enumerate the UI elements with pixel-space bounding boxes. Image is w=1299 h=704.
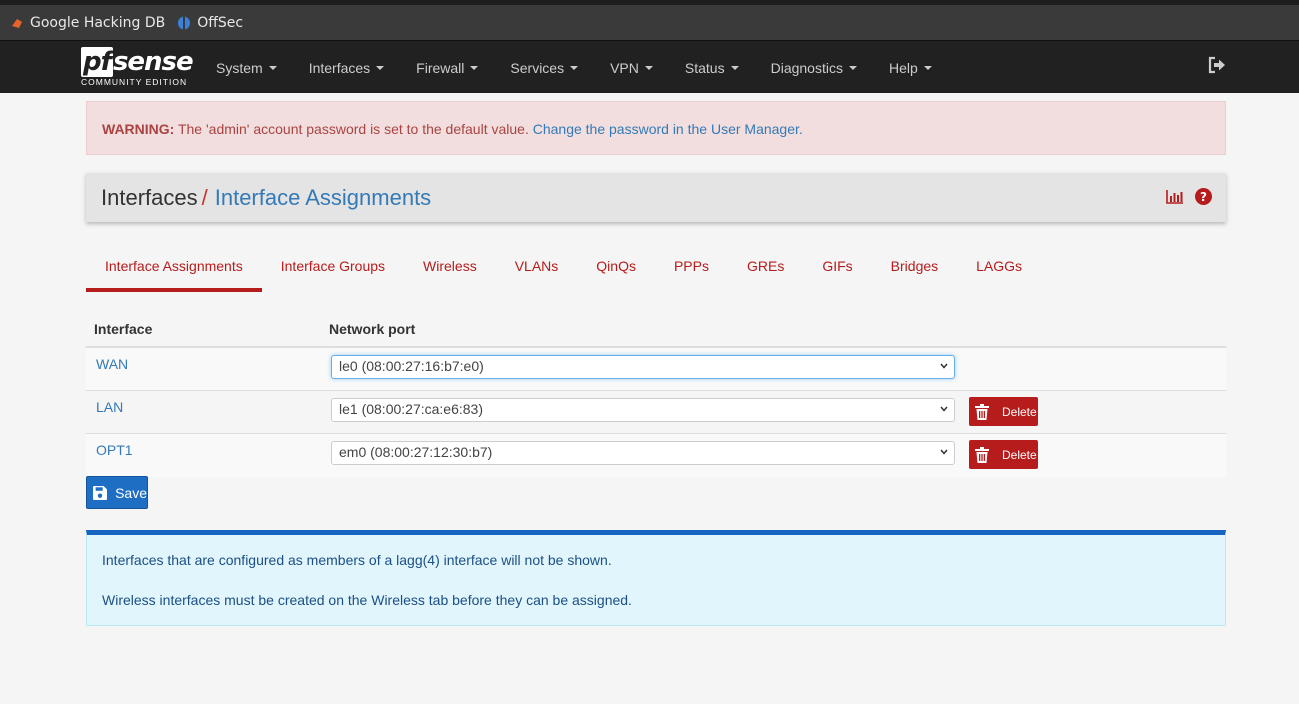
menu-status[interactable]: Status <box>669 41 755 94</box>
menu-services[interactable]: Services <box>494 41 594 94</box>
select-value: le1 (08:00:27:ca:e6:83) <box>339 401 483 417</box>
bookmark-offsec[interactable]: OffSec <box>177 15 243 31</box>
default-password-warning: WARNING: The 'admin' account password is… <box>86 101 1226 155</box>
caret-down-icon <box>268 65 277 70</box>
caret-down-icon <box>730 65 739 70</box>
trash-icon <box>975 446 989 463</box>
bookmark-label: OffSec <box>197 14 244 31</box>
interface-link-lan[interactable]: LAN <box>96 399 123 415</box>
header-interface: Interface <box>94 321 153 337</box>
caret-down-icon <box>848 65 857 70</box>
tab-interface-groups[interactable]: Interface Groups <box>262 246 404 292</box>
bookmark-google-hacking-db[interactable]: Google Hacking DB <box>10 15 165 31</box>
tab-vlans[interactable]: VLANs <box>496 246 578 292</box>
breadcrumb-separator: / <box>201 185 208 210</box>
breadcrumb-section: Interfaces <box>101 185 198 210</box>
select-value: le0 (08:00:27:16:b7:e0) <box>339 358 484 374</box>
floppy-disk-icon <box>93 485 108 500</box>
logo-edition: COMMUNITY EDITION <box>81 77 188 87</box>
tab-laggs[interactable]: LAGGs <box>957 246 1041 292</box>
interface-tabs: Interface Assignments Interface Groups W… <box>86 246 1226 292</box>
status-graph-icon[interactable] <box>1166 189 1184 204</box>
network-port-select-wan[interactable]: le0 (08:00:27:16:b7:e0) <box>331 355 955 379</box>
menu-help[interactable]: Help <box>873 41 948 94</box>
tab-gifs[interactable]: GIFs <box>803 246 871 292</box>
chevron-down-icon <box>940 363 948 369</box>
header-network-port: Network port <box>329 321 416 337</box>
network-port-select-opt1[interactable]: em0 (08:00:27:12:30:b7) <box>331 441 955 465</box>
caret-down-icon <box>570 65 579 70</box>
pfsense-logo[interactable]: pfsense COMMUNITY EDITION <box>81 47 194 89</box>
chevron-down-icon <box>940 406 948 412</box>
menu-interfaces[interactable]: Interfaces <box>293 41 400 94</box>
logo-wordmark: pfsense <box>81 47 194 77</box>
help-icon[interactable]: ? <box>1195 188 1212 205</box>
delete-button-opt1[interactable]: Delete <box>969 440 1038 469</box>
bookmark-label: Google Hacking DB <box>30 14 166 31</box>
breadcrumb-page[interactable]: Interface Assignments <box>215 185 431 210</box>
tab-bridges[interactable]: Bridges <box>872 246 957 292</box>
table-row: WAN le0 (08:00:27:16:b7:e0) <box>86 348 1226 391</box>
trash-icon <box>975 403 989 420</box>
menu-firewall[interactable]: Firewall <box>400 41 494 94</box>
tab-qinqs[interactable]: QinQs <box>577 246 655 292</box>
caret-down-icon <box>923 65 932 70</box>
breadcrumb: Interfaces / Interface Assignments ? <box>86 173 1226 222</box>
warning-label: WARNING: <box>102 121 175 137</box>
bookmarks-bar: Google Hacking DB OffSec <box>0 0 1299 40</box>
table-row: LAN le1 (08:00:27:ca:e6:83) Delete <box>86 391 1226 434</box>
interface-link-wan[interactable]: WAN <box>96 356 128 372</box>
save-button[interactable]: Save <box>86 476 148 509</box>
caret-down-icon <box>644 65 653 70</box>
change-password-link[interactable]: Change the password in the User Manager. <box>533 121 803 137</box>
tab-ppps[interactable]: PPPs <box>655 246 728 292</box>
select-value: em0 (08:00:27:12:30:b7) <box>339 444 493 460</box>
svg-text:?: ? <box>1200 190 1207 204</box>
delete-label: Delete <box>1002 404 1037 419</box>
delete-button-lan[interactable]: Delete <box>969 397 1038 426</box>
table-row: OPT1 em0 (08:00:27:12:30:b7) Delete <box>86 434 1226 477</box>
menu-vpn[interactable]: VPN <box>594 41 669 94</box>
delete-label: Delete <box>1002 447 1037 462</box>
info-lagg-note: Interfaces that are configured as member… <box>102 552 612 568</box>
caret-down-icon <box>470 65 479 70</box>
top-navbar: pfsense COMMUNITY EDITION System Interfa… <box>0 40 1299 93</box>
save-label: Save <box>115 484 147 501</box>
tab-wireless[interactable]: Wireless <box>404 246 496 292</box>
tab-gres[interactable]: GREs <box>728 246 803 292</box>
interface-assignments-table: Interface Network port WAN le0 (08:00:27… <box>86 312 1226 477</box>
network-port-select-lan[interactable]: le1 (08:00:27:ca:e6:83) <box>331 398 955 422</box>
main-menu: System Interfaces Firewall Services VPN … <box>200 41 948 94</box>
info-wireless-note: Wireless interfaces must be created on t… <box>102 592 632 608</box>
menu-diagnostics[interactable]: Diagnostics <box>755 41 873 94</box>
caret-down-icon <box>376 65 385 70</box>
warning-text: The 'admin' account password is set to t… <box>174 121 533 137</box>
menu-system[interactable]: System <box>200 41 293 94</box>
interface-link-opt1[interactable]: OPT1 <box>96 442 133 458</box>
info-notice: Interfaces that are configured as member… <box>86 530 1226 626</box>
offsec-icon <box>178 15 191 30</box>
table-header: Interface Network port <box>86 312 1226 348</box>
tab-interface-assignments[interactable]: Interface Assignments <box>86 246 262 292</box>
chevron-down-icon <box>940 449 948 455</box>
exploit-db-icon <box>12 18 22 28</box>
logout-icon[interactable] <box>1207 55 1227 75</box>
